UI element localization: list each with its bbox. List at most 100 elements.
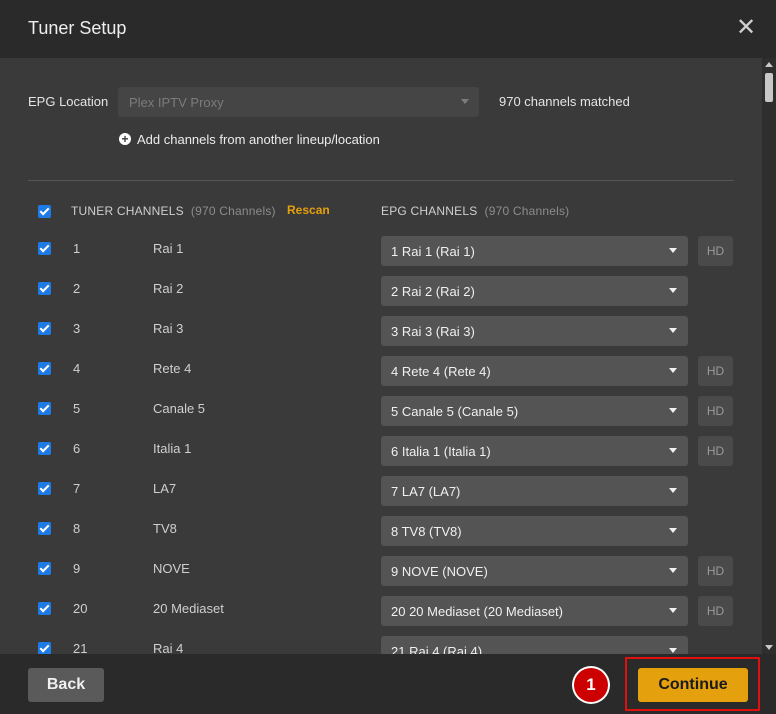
channel-name: 20 Mediaset [153, 601, 224, 616]
epg-channels-count: (970 Channels) [484, 204, 570, 218]
epg-channel-value: 21 Rai 4 (Rai 4) [391, 644, 483, 654]
annotation-badge-number: 1 [574, 668, 608, 702]
channel-checkbox[interactable] [38, 442, 51, 455]
epg-channel-select[interactable]: 6 Italia 1 (Italia 1) [381, 436, 688, 466]
chevron-down-icon [669, 408, 677, 413]
epg-channels-header: EPG CHANNELS (970 Channels) [381, 204, 569, 218]
chevron-down-icon [669, 448, 677, 453]
back-button[interactable]: Back [28, 668, 104, 702]
chevron-down-icon [669, 608, 677, 613]
hd-badge[interactable]: HD [698, 236, 733, 266]
scroll-down-icon[interactable] [765, 645, 773, 650]
channel-row: 4 Rete 4 4 Rete 4 (Rete 4) HD [0, 356, 760, 396]
channel-row: 2 Rai 2 2 Rai 2 (Rai 2) [0, 276, 760, 316]
epg-channel-value: 9 NOVE (NOVE) [391, 564, 488, 579]
epg-channel-select[interactable]: 3 Rai 3 (Rai 3) [381, 316, 688, 346]
channel-name: Canale 5 [153, 401, 206, 416]
chevron-down-icon [669, 368, 677, 373]
channel-row: 6 Italia 1 6 Italia 1 (Italia 1) HD [0, 436, 760, 476]
channel-row: 1 Rai 1 1 Rai 1 (Rai 1) HD [0, 236, 760, 276]
chevron-down-icon [669, 568, 677, 573]
channel-number: 1 [73, 241, 81, 256]
channel-name: LA7 [153, 481, 177, 496]
epg-location-label: EPG Location [28, 94, 109, 109]
add-channels-label: Add channels from another lineup/locatio… [137, 131, 380, 147]
channel-checkbox[interactable] [38, 362, 51, 375]
epg-channel-value: 3 Rai 3 (Rai 3) [391, 324, 475, 339]
channel-number: 7 [73, 481, 81, 496]
epg-channel-select[interactable]: 7 LA7 (LA7) [381, 476, 688, 506]
channel-checkbox[interactable] [38, 522, 51, 535]
epg-channel-value: 7 LA7 (LA7) [391, 484, 461, 499]
epg-channel-select[interactable]: 20 20 Mediaset (20 Mediaset) [381, 596, 688, 626]
channel-name: Rete 4 [153, 361, 192, 376]
channel-checkbox[interactable] [38, 322, 51, 335]
channel-number: 3 [73, 321, 81, 336]
epg-location-select[interactable]: Plex IPTV Proxy [118, 87, 479, 117]
channel-number: 21 [73, 641, 88, 654]
dialog-header: Tuner Setup ✕ [0, 0, 776, 58]
epg-channel-value: 2 Rai 2 (Rai 2) [391, 284, 475, 299]
tuner-channels-label: TUNER CHANNELS [71, 204, 184, 218]
epg-channel-value: 4 Rete 4 (Rete 4) [391, 364, 491, 379]
hd-badge[interactable]: HD [698, 436, 733, 466]
hd-badge[interactable]: HD [698, 396, 733, 426]
scrollbar[interactable] [762, 58, 776, 654]
epg-channel-select[interactable]: 9 NOVE (NOVE) [381, 556, 688, 586]
epg-channel-select[interactable]: 5 Canale 5 (Canale 5) [381, 396, 688, 426]
channel-name: Rai 4 [153, 641, 184, 654]
hd-badge[interactable]: HD [698, 356, 733, 386]
scrollbar-thumb[interactable] [765, 73, 773, 102]
scroll-up-icon[interactable] [765, 62, 773, 67]
channel-row: 3 Rai 3 3 Rai 3 (Rai 3) [0, 316, 760, 356]
epg-channel-select[interactable]: 2 Rai 2 (Rai 2) [381, 276, 688, 306]
continue-button[interactable]: Continue [638, 668, 748, 702]
channel-checkbox[interactable] [38, 642, 51, 654]
channel-number: 4 [73, 361, 81, 376]
epg-channel-select[interactable]: 4 Rete 4 (Rete 4) [381, 356, 688, 386]
channel-checkbox[interactable] [38, 282, 51, 295]
plus-circle-icon: + [119, 133, 131, 145]
channel-checkbox[interactable] [38, 482, 51, 495]
chevron-down-icon [461, 99, 469, 104]
tuner-channels-count: (970 Channels) [190, 204, 276, 218]
channel-number: 8 [73, 521, 81, 536]
channel-row: 5 Canale 5 5 Canale 5 (Canale 5) HD [0, 396, 760, 436]
add-channels-link[interactable]: + Add channels from another lineup/locat… [119, 130, 380, 148]
epg-channel-value: 20 20 Mediaset (20 Mediaset) [391, 604, 563, 619]
close-icon[interactable]: ✕ [734, 14, 758, 42]
epg-channel-select[interactable]: 1 Rai 1 (Rai 1) [381, 236, 688, 266]
hd-badge[interactable]: HD [698, 596, 733, 626]
channel-row: 20 20 Mediaset 20 20 Mediaset (20 Mediaset… [0, 596, 760, 636]
channel-number: 2 [73, 281, 81, 296]
channel-row: 7 LA7 7 LA7 (LA7) [0, 476, 760, 516]
chevron-down-icon [669, 328, 677, 333]
channel-row: 21 Rai 4 21 Rai 4 (Rai 4) [0, 636, 760, 654]
epg-channel-select[interactable]: 8 TV8 (TV8) [381, 516, 688, 546]
epg-channel-select[interactable]: 21 Rai 4 (Rai 4) [381, 636, 688, 654]
select-all-checkbox[interactable] [38, 205, 51, 218]
channel-checkbox[interactable] [38, 562, 51, 575]
channel-checkbox[interactable] [38, 402, 51, 415]
channel-number: 20 [73, 601, 88, 616]
hd-badge[interactable]: HD [698, 556, 733, 586]
divider [28, 180, 734, 181]
rescan-button[interactable]: Rescan [287, 203, 330, 217]
chevron-down-icon [669, 488, 677, 493]
channel-checkbox[interactable] [38, 602, 51, 615]
epg-channel-value: 5 Canale 5 (Canale 5) [391, 404, 519, 419]
annotation-badge: 1 [572, 666, 610, 704]
chevron-down-icon [669, 648, 677, 653]
channel-name: TV8 [153, 521, 177, 536]
channel-name: Italia 1 [153, 441, 192, 456]
channel-checkbox[interactable] [38, 242, 51, 255]
channel-name: NOVE [153, 561, 190, 576]
tuner-channels-header: TUNER CHANNELS (970 Channels) [71, 204, 276, 218]
channel-name: Rai 1 [153, 241, 184, 256]
dialog-footer: Back 1 Continue [0, 654, 776, 714]
chevron-down-icon [669, 528, 677, 533]
channel-row: 8 TV8 8 TV8 (TV8) [0, 516, 760, 556]
epg-channel-value: 6 Italia 1 (Italia 1) [391, 444, 491, 459]
dialog-content: EPG Location Plex IPTV Proxy 970 channel… [0, 58, 776, 654]
epg-channels-label: EPG CHANNELS [381, 204, 478, 218]
